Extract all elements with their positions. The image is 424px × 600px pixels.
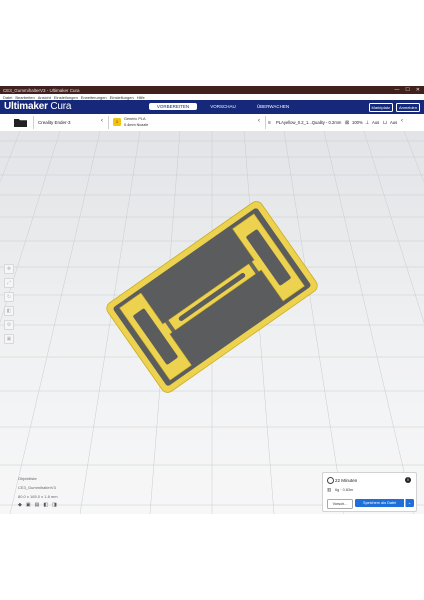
menu-preferences[interactable]: Einstellungen <box>110 95 134 100</box>
marketplace-button[interactable]: Marktplatz <box>368 103 393 112</box>
scale-tool-button[interactable]: ⤢ <box>4 278 14 288</box>
camera-view-buttons: ◆ ▣ ▤ ◧ ◨ <box>18 502 57 508</box>
menu-settings[interactable]: Einstellungen <box>54 95 78 100</box>
app-logo: Ultimaker Cura <box>4 101 72 112</box>
build-plate-viewport[interactable] <box>0 131 424 514</box>
minimize-button[interactable]: — <box>394 87 399 93</box>
print-time: 22 Minuten <box>335 478 358 483</box>
cura-window: CE3_GummihalterV3 - Ultimaker Cura — ☐ ✕… <box>0 86 424 514</box>
tab-preview[interactable]: VORSCHAU <box>199 103 247 110</box>
maximize-button[interactable]: ☐ <box>405 87 409 93</box>
stage-tabs: VORBEREITEN VORSCHAU ÜBERWACHEN <box>149 103 299 110</box>
object-name: CE3_GummihalterV3 <box>18 485 56 490</box>
info-icon[interactable]: i <box>405 476 411 483</box>
infill-value[interactable]: 100% <box>352 120 363 125</box>
menu-edit[interactable]: Bearbeiten <box>15 95 34 100</box>
print-setup-panel: 22 Minuten i ▥ 6g · 0.83m Vorsch... Spei… <box>322 472 417 512</box>
profile-icon: ≡ <box>268 119 271 126</box>
material-usage: 6g · 0.83m <box>335 488 354 492</box>
extruder-badge[interactable]: 1 <box>113 118 121 126</box>
profile-selector[interactable]: PLAyellow_0.2_1...Quality - 0.2mm <box>276 120 341 125</box>
view-top-icon[interactable]: ▤ <box>35 502 40 508</box>
menu-view[interactable]: Ansicht <box>38 95 51 100</box>
support-value[interactable]: Aus <box>372 120 379 125</box>
menu-extensions[interactable]: Erweiterungen <box>81 95 107 100</box>
view-left-icon[interactable]: ◧ <box>43 502 48 508</box>
nozzle-size[interactable]: 0.4mm Nozzle <box>124 123 148 127</box>
chevron-left-icon: ‹ <box>101 118 103 124</box>
infill-icon: ⊠ <box>345 119 350 126</box>
object-info: Objektliste CE3_GummihalterV3 80.0 x 165… <box>18 476 58 503</box>
object-dimensions: 80.0 x 165.0 x 1.8 mm <box>18 494 58 499</box>
move-tool-button[interactable]: ✥ <box>4 264 14 274</box>
view-front-icon[interactable]: ▣ <box>26 502 31 508</box>
view-right-icon[interactable]: ◨ <box>52 502 57 508</box>
app-header: Ultimaker Cura VORBEREITEN VORSCHAU ÜBER… <box>0 100 424 114</box>
chevron-left-icon: ‹ <box>258 118 260 124</box>
per-model-settings-button[interactable]: ⚙ <box>4 320 14 330</box>
save-to-file-button[interactable]: Speichern als Datei <box>355 499 404 507</box>
close-button[interactable]: ✕ <box>416 87 420 93</box>
adhesion-icon: ⊔ <box>383 119 387 126</box>
support-icon: ⊥ <box>365 119 370 126</box>
preview-button[interactable]: Vorsch... <box>327 499 353 509</box>
material-name[interactable]: Generic PLA <box>124 117 146 121</box>
printer-selector[interactable]: Creality Ender-3 <box>38 120 71 125</box>
object-list-toggle[interactable]: Objektliste <box>18 476 58 481</box>
tab-monitor[interactable]: ÜBERWACHEN <box>249 103 297 110</box>
adhesion-value[interactable]: Aus <box>390 120 397 125</box>
menu-help[interactable]: Hilfe <box>137 95 145 100</box>
mirror-tool-button[interactable]: ◧ <box>4 306 14 316</box>
menu-file[interactable]: Datei <box>3 95 12 100</box>
title-bar: CE3_GummihalterV3 - Ultimaker Cura — ☐ ✕ <box>0 86 424 94</box>
tool-panel: ✥ ⤢ ↻ ◧ ⚙ ▣ <box>4 264 14 348</box>
support-blocker-button[interactable]: ▣ <box>4 334 14 344</box>
window-title: CE3_GummihalterV3 - Ultimaker Cura <box>3 87 80 93</box>
open-file-icon[interactable] <box>14 118 28 127</box>
chevron-left-icon: ‹ <box>401 118 403 124</box>
material-spool-icon: ▥ <box>327 487 332 492</box>
job-toolbar: Creality Ender-3 ‹ 1 Generic PLA 0.4mm N… <box>0 114 424 132</box>
rotate-tool-button[interactable]: ↻ <box>4 292 14 302</box>
view-3d-icon[interactable]: ◆ <box>18 502 22 508</box>
chevron-down-icon[interactable]: ⌄ <box>404 499 414 507</box>
tab-prepare[interactable]: VORBEREITEN <box>149 103 197 110</box>
clock-icon <box>327 477 334 484</box>
sign-in-button[interactable]: Anmelden <box>395 103 420 112</box>
